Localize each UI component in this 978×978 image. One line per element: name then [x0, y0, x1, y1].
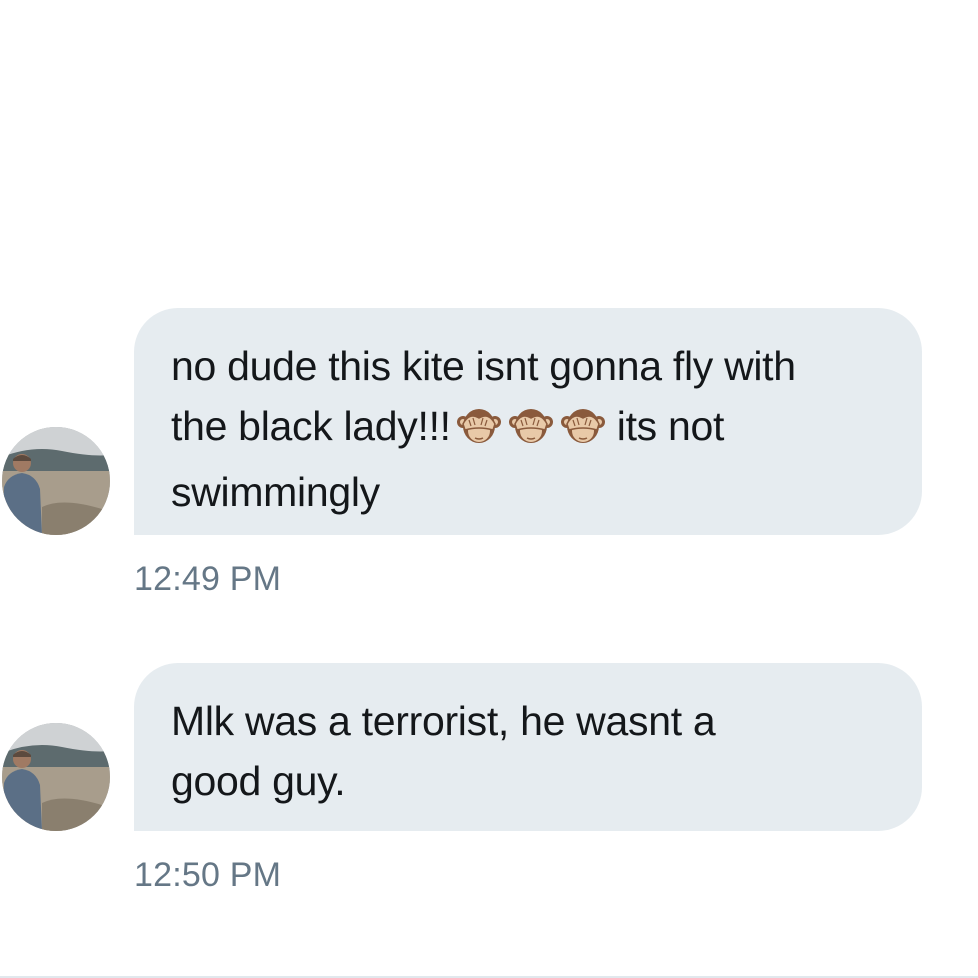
message-text-line: Mlk was a terrorist, he wasnt a [171, 698, 716, 744]
message-text-line: good guy. [171, 758, 346, 804]
see-no-evil-monkey-icon [559, 406, 607, 446]
emoji-group [455, 402, 611, 462]
see-no-evil-monkey-icon [455, 406, 503, 446]
message-text-line: the black lady!!! its not [171, 396, 892, 462]
avatar-photo-icon [2, 427, 110, 535]
avatar-photo-icon [2, 723, 110, 831]
message-text-segment: its not [616, 403, 725, 449]
message-bubble[interactable]: Mlk was a terrorist, he wasnt a good guy… [134, 663, 922, 831]
message-text-line: swimmingly [171, 469, 380, 515]
message-timestamp: 12:49 PM [134, 560, 282, 598]
dm-conversation-thread: no dude this kite isnt gonna fly with th… [0, 0, 978, 978]
avatar[interactable] [2, 427, 110, 535]
avatar[interactable] [2, 723, 110, 831]
message-text-segment: the black lady!!! [171, 403, 451, 449]
message-bubble[interactable]: no dude this kite isnt gonna fly with th… [134, 308, 922, 535]
message-text-line: no dude this kite isnt gonna fly with [171, 343, 796, 389]
message-timestamp: 12:50 PM [134, 856, 282, 894]
see-no-evil-monkey-icon [507, 406, 555, 446]
